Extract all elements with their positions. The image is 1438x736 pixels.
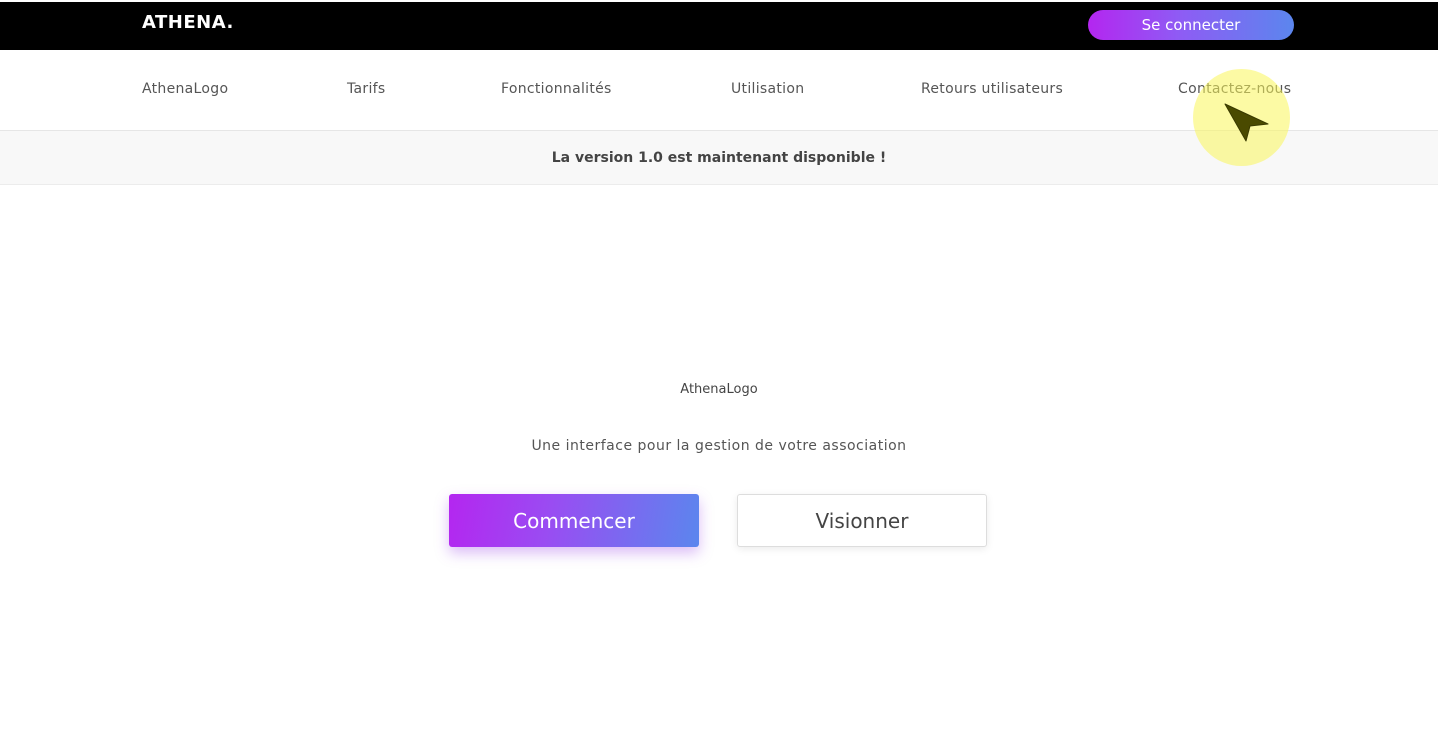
cursor-arrow-icon xyxy=(1224,103,1269,142)
page: ATHENA. Se connecter AthenaLogo Tarifs F… xyxy=(0,0,1438,736)
nav-item-tarifs[interactable]: Tarifs xyxy=(347,81,385,97)
nav-item-utilisation[interactable]: Utilisation xyxy=(731,81,804,97)
login-button[interactable]: Se connecter xyxy=(1088,10,1294,40)
hero-subtitle: Une interface pour la gestion de votre a… xyxy=(531,438,907,454)
nav-item-fonctionnalites[interactable]: Fonctionnalités xyxy=(501,81,612,97)
start-button[interactable]: Commencer xyxy=(449,494,699,547)
watch-button[interactable]: Visionner xyxy=(737,494,987,547)
nav-item-retours-utilisateurs[interactable]: Retours utilisateurs xyxy=(921,81,1063,97)
nav-item-athena-logo[interactable]: AthenaLogo xyxy=(142,81,228,97)
brand-logo-text[interactable]: ATHENA. xyxy=(142,12,234,33)
hero-logo: AthenaLogo xyxy=(680,382,758,397)
announcement-text: La version 1.0 est maintenant disponible… xyxy=(551,149,887,166)
top-bar: ATHENA. Se connecter xyxy=(0,2,1438,50)
